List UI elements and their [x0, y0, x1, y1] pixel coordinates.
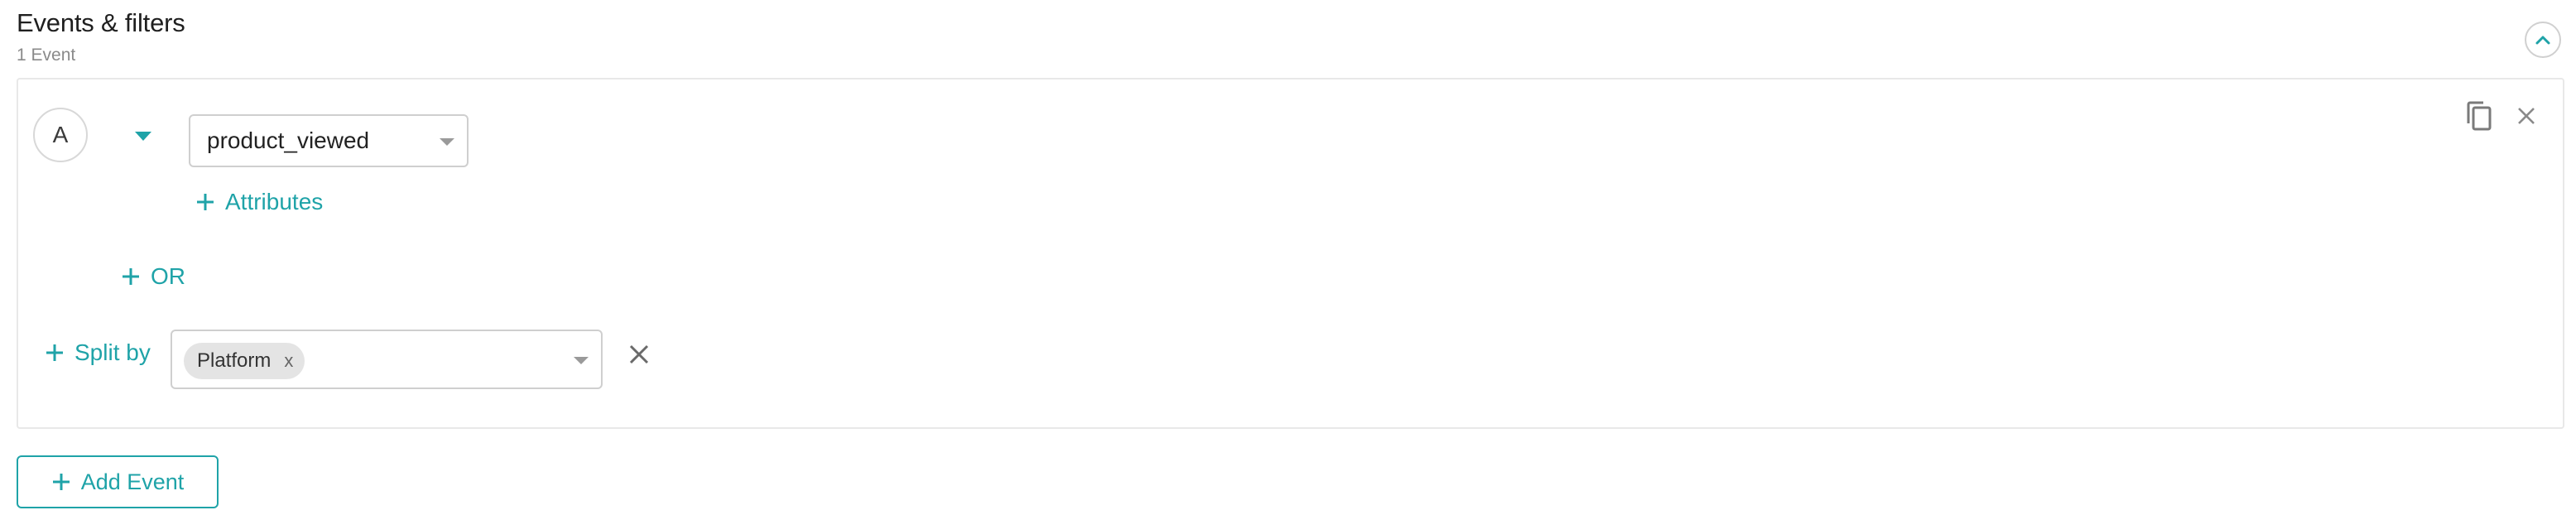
event-expand-toggle[interactable] [131, 126, 156, 146]
close-icon [2518, 108, 2535, 124]
split-by-button[interactable]: Split by [45, 339, 151, 366]
add-event-label: Add Event [80, 469, 185, 494]
remove-split-button[interactable] [622, 338, 656, 371]
plus-icon [46, 344, 63, 361]
add-or-label: OR [151, 263, 185, 289]
remove-chip-button[interactable]: x [284, 350, 293, 372]
event-letter-badge: A [33, 108, 88, 162]
add-event-button[interactable]: Add Event [17, 455, 219, 508]
collapse-button[interactable] [2525, 22, 2561, 58]
event-name-select[interactable]: product_viewed [189, 114, 469, 167]
add-attributes-button[interactable]: Attributes [195, 189, 323, 215]
event-card: A product_viewed Attributes OR Split by … [17, 78, 2564, 429]
close-icon [629, 344, 649, 364]
section-title: Events & filters [17, 8, 185, 37]
add-attributes-label: Attributes [225, 189, 324, 214]
event-name-value: product_viewed [207, 128, 370, 153]
dropdown-arrow-icon [574, 357, 589, 364]
chevron-up-icon [2535, 36, 2550, 45]
plus-icon [52, 474, 70, 490]
split-chip-platform: Platform x [184, 343, 305, 379]
plus-icon [123, 268, 139, 285]
split-by-label: Split by [74, 339, 151, 365]
duplicate-event-button[interactable] [2462, 98, 2497, 134]
caret-down-icon [135, 131, 151, 141]
plus-icon [197, 194, 214, 210]
split-by-select[interactable]: Platform x [171, 330, 603, 389]
copy-icon [2467, 101, 2492, 131]
event-count: 1 Event [17, 46, 76, 65]
dropdown-arrow-icon [440, 138, 454, 146]
remove-event-button[interactable] [2511, 101, 2541, 131]
add-or-button[interactable]: OR [121, 263, 185, 290]
split-chip-label: Platform [197, 349, 272, 372]
